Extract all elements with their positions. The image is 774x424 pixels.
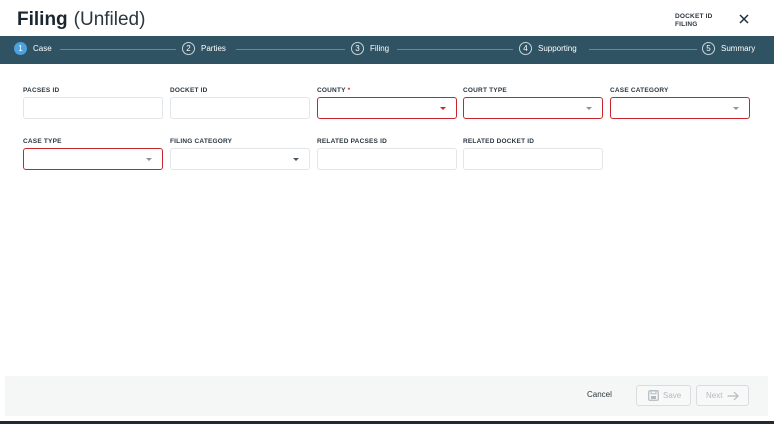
close-icon [739,14,749,24]
next-button-label: Next [706,391,723,400]
filing-label: FILING [675,20,698,28]
court-type-select[interactable] [463,97,603,119]
wizard-stepper: 1 Case 2 Parties 3 Filing 4 Supporting 5… [0,36,774,64]
docket-info: DOCKET ID FILING [675,13,713,28]
step-connector [60,49,176,50]
tab-parties[interactable]: Parties [201,44,226,54]
tab-filing[interactable]: Filing [370,44,389,54]
chevron-down-icon [293,158,299,161]
filing-category-label: FILING CATEGORY [170,138,233,145]
chevron-down-icon [586,107,592,110]
tab-summary[interactable]: Summary [721,44,755,54]
step-5-circle[interactable]: 5 [702,42,715,55]
related-docket-id-label: RELATED DOCKET ID [463,138,535,145]
page-title: Filing (Unfiled) [17,9,145,31]
case-category-label: CASE CATEGORY [610,87,669,94]
county-label: COUNTY * [317,87,350,95]
related-pacses-id-input[interactable] [317,148,457,170]
page-title-status: (Unfiled) [73,9,146,30]
filing-category-select[interactable] [170,148,310,170]
next-button[interactable]: Next [696,385,749,406]
step-4-circle[interactable]: 4 [519,42,532,55]
court-type-label: COURT TYPE [463,87,507,94]
pacses-id-input[interactable] [23,97,163,119]
docket-id-label: DOCKET ID [675,13,713,20]
required-marker: * [347,87,351,94]
tab-case[interactable]: Case [33,44,52,54]
step-connector [589,49,697,50]
related-pacses-id-label: RELATED PACSES ID [317,138,387,145]
chevron-down-icon [733,107,739,110]
docket-id-field-label: DOCKET ID [170,87,208,94]
county-label-text: COUNTY [317,87,346,94]
cancel-button[interactable]: Cancel [587,390,612,400]
page-header: Filing (Unfiled) DOCKET ID FILING [0,0,774,36]
case-category-select[interactable] [610,97,750,119]
step-connector [397,49,513,50]
related-docket-id-input[interactable] [463,148,603,170]
form-footer: Cancel Save Next [5,376,768,416]
close-button[interactable] [737,12,751,26]
step-1-circle[interactable]: 1 [14,42,27,55]
save-button[interactable]: Save [636,385,691,406]
step-2-circle[interactable]: 2 [182,42,195,55]
tab-supporting[interactable]: Supporting [538,44,577,54]
step-3-circle[interactable]: 3 [351,42,364,55]
save-icon [648,390,659,401]
chevron-down-icon [146,158,152,161]
save-button-label: Save [663,391,682,400]
docket-id-input[interactable] [170,97,310,119]
page-title-main: Filing [17,9,68,30]
step-connector [236,49,345,50]
case-type-label: CASE TYPE [23,138,62,145]
chevron-down-icon [440,107,446,110]
county-select[interactable] [317,97,457,119]
pacses-id-label: PACSES ID [23,87,60,94]
case-type-select[interactable] [23,148,163,170]
arrow-right-icon [727,391,739,401]
